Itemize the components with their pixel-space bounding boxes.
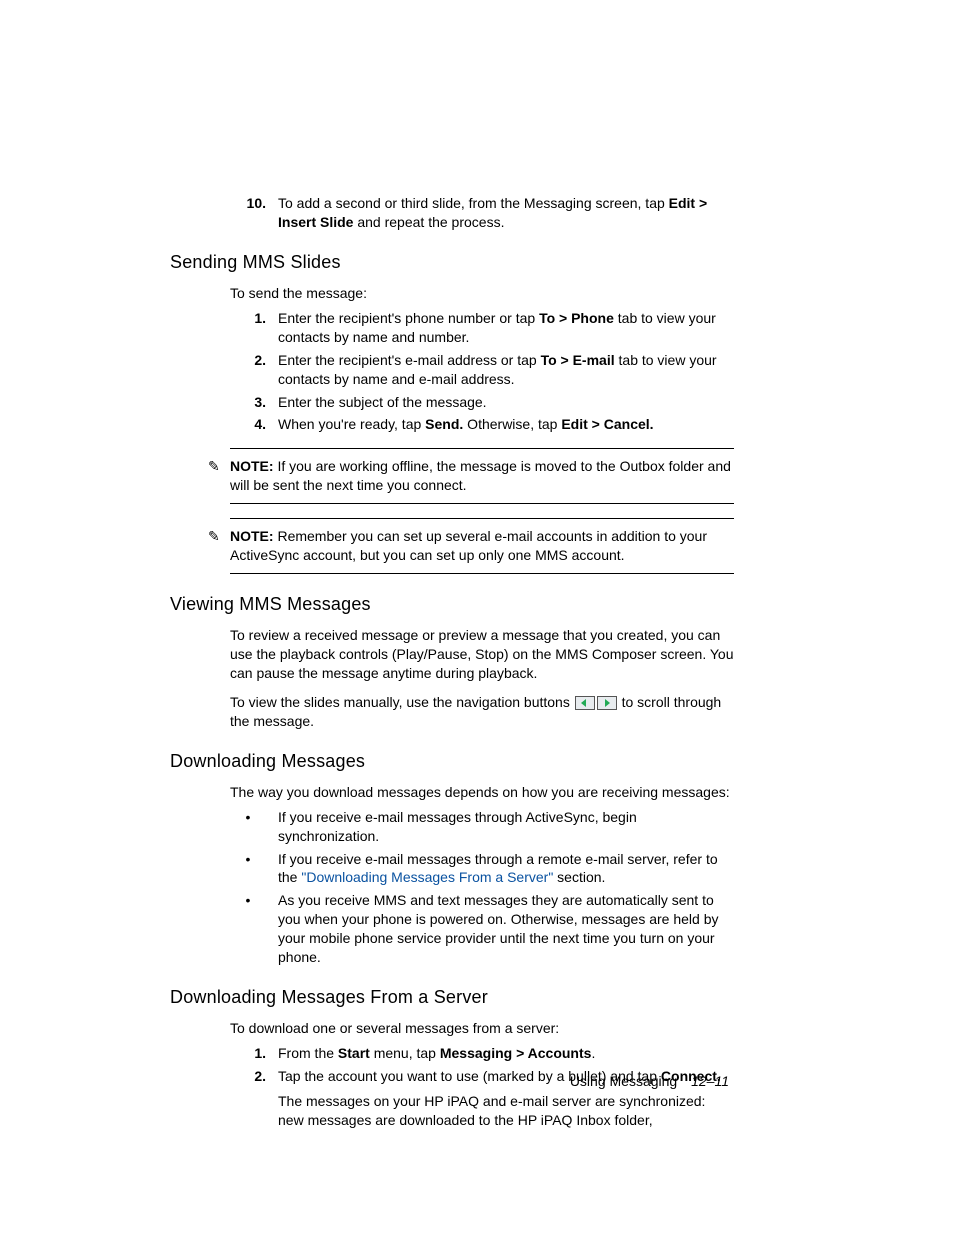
step-text: Enter the recipient's e-mail address or … xyxy=(278,351,734,389)
heading-downloading-messages: Downloading Messages xyxy=(170,749,734,773)
list-item: • As you receive MMS and text messages t… xyxy=(230,891,734,967)
list-item: 4. When you're ready, tap Send. Otherwis… xyxy=(230,415,734,434)
list-item: 2. Enter the recipient's e-mail address … xyxy=(230,351,734,389)
bullet-icon: • xyxy=(230,891,278,967)
bold-text: Edit > Cancel. xyxy=(561,416,653,432)
bold-text: To > Phone xyxy=(539,310,614,326)
step-text: Enter the subject of the message. xyxy=(278,393,734,412)
heading-viewing-mms-messages: Viewing MMS Messages xyxy=(170,592,734,616)
link-downloading-from-server[interactable]: "Downloading Messages From a Server" xyxy=(301,869,553,885)
step-number: 1. xyxy=(230,1044,278,1063)
heading-downloading-from-server: Downloading Messages From a Server xyxy=(170,985,734,1009)
text: . xyxy=(591,1045,595,1061)
note-text: If you are working offline, the message … xyxy=(230,458,731,493)
page-number: 12–11 xyxy=(691,1073,729,1089)
note-label: NOTE: xyxy=(230,458,274,474)
step-text: Enter the recipient's phone number or ta… xyxy=(278,309,734,347)
note-text: Remember you can set up several e-mail a… xyxy=(230,528,707,563)
page-footer: Using Messaging 12–11 xyxy=(0,1072,954,1091)
paragraph: To review a received message or preview … xyxy=(230,626,734,683)
nav-left-icon xyxy=(575,696,595,710)
step-text: To add a second or third slide, from the… xyxy=(278,194,734,232)
list-item: • If you receive e-mail messages through… xyxy=(230,808,734,846)
step-text: When you're ready, tap Send. Otherwise, … xyxy=(278,415,734,434)
text: menu, tap xyxy=(370,1045,440,1061)
step-text: From the Start menu, tap Messaging > Acc… xyxy=(278,1044,734,1063)
text: and repeat the process. xyxy=(353,214,504,230)
bold-text: To > E-mail xyxy=(541,352,615,368)
document-page: 10. To add a second or third slide, from… xyxy=(0,0,954,1130)
step-number: 1. xyxy=(230,309,278,347)
bullet-icon: • xyxy=(230,850,278,888)
paragraph: To view the slides manually, use the nav… xyxy=(230,693,734,731)
text: Enter the recipient's e-mail address or … xyxy=(278,352,541,368)
note-block: ✎ NOTE: If you are working offline, the … xyxy=(230,448,734,504)
note-icon: ✎ xyxy=(208,527,220,546)
bullet-text: If you receive e-mail messages through A… xyxy=(278,808,734,846)
text: From the xyxy=(278,1045,338,1061)
bold-text: Messaging > Accounts xyxy=(440,1045,592,1061)
list-item: • If you receive e-mail messages through… xyxy=(230,850,734,888)
bullet-text: If you receive e-mail messages through a… xyxy=(278,850,734,888)
bold-text: Start xyxy=(338,1045,370,1061)
step-number: 4. xyxy=(230,415,278,434)
nav-right-icon xyxy=(597,696,617,710)
text: Enter the recipient's phone number or ta… xyxy=(278,310,539,326)
step-number: 10. xyxy=(230,194,278,232)
note-label: NOTE: xyxy=(230,528,274,544)
step-number: 2. xyxy=(230,351,278,389)
note-icon: ✎ xyxy=(208,457,220,476)
text: section. xyxy=(553,869,605,885)
text: To add a second or third slide, from the… xyxy=(278,195,669,211)
list-item: 1. From the Start menu, tap Messaging > … xyxy=(230,1044,734,1063)
paragraph: The way you download messages depends on… xyxy=(230,783,734,802)
step-number: 3. xyxy=(230,393,278,412)
bold-text: Send. xyxy=(425,416,463,432)
paragraph: To send the message: xyxy=(230,284,734,303)
bullet-text: As you receive MMS and text messages the… xyxy=(278,891,734,967)
list-item: 3. Enter the subject of the message. xyxy=(230,393,734,412)
paragraph: To download one or several messages from… xyxy=(230,1019,734,1038)
text: Otherwise, tap xyxy=(463,416,561,432)
heading-sending-mms-slides: Sending MMS Slides xyxy=(170,250,734,274)
list-item: 1. Enter the recipient's phone number or… xyxy=(230,309,734,347)
bullet-list: • If you receive e-mail messages through… xyxy=(230,808,734,967)
list-item: 10. To add a second or third slide, from… xyxy=(230,194,734,232)
sub-paragraph: The messages on your HP iPAQ and e-mail … xyxy=(278,1092,734,1130)
text: When you're ready, tap xyxy=(278,416,425,432)
note-block: ✎ NOTE: Remember you can set up several … xyxy=(230,518,734,574)
text: To view the slides manually, use the nav… xyxy=(230,694,574,710)
bullet-icon: • xyxy=(230,808,278,846)
footer-section: Using Messaging xyxy=(570,1073,677,1089)
